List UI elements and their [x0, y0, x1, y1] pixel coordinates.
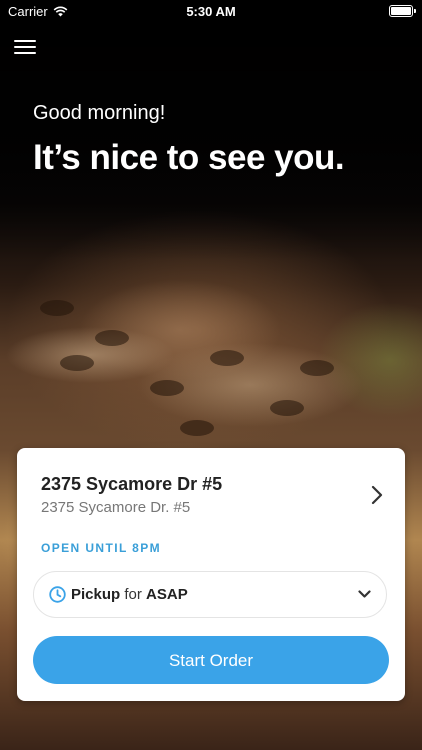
- clock-icon: [49, 586, 66, 603]
- location-address: 2375 Sycamore Dr. #5: [41, 499, 191, 516]
- hours-status: OPEN UNTIL 8PM: [41, 541, 162, 555]
- page-title: It’s nice to see you.: [33, 138, 345, 177]
- location-name: 2375 Sycamore Dr #5: [41, 474, 223, 494]
- menu-icon[interactable]: [14, 37, 36, 57]
- order-time-label: ASAP: [146, 586, 188, 603]
- start-order-button[interactable]: Start Order: [33, 636, 389, 684]
- order-mode-text: Pickup for ASAP: [71, 586, 188, 603]
- order-mode-label: Pickup: [71, 586, 121, 603]
- location-card: 2375 Sycamore Dr #5 2375 Sycamore Dr. #5…: [17, 448, 405, 701]
- status-time: 5:30 AM: [186, 4, 236, 19]
- chevron-right-icon: [371, 485, 383, 505]
- greeting-text: Good morning!: [33, 102, 166, 124]
- order-mode-dropdown[interactable]: Pickup for ASAP: [33, 571, 387, 618]
- status-bar: Carrier 5:30 AM: [0, 0, 422, 22]
- chevron-down-icon: [358, 590, 371, 598]
- location-selector[interactable]: 2375 Sycamore Dr #5 2375 Sycamore Dr. #5: [17, 448, 405, 528]
- for-label: for: [124, 586, 142, 603]
- battery-icon: [389, 5, 416, 17]
